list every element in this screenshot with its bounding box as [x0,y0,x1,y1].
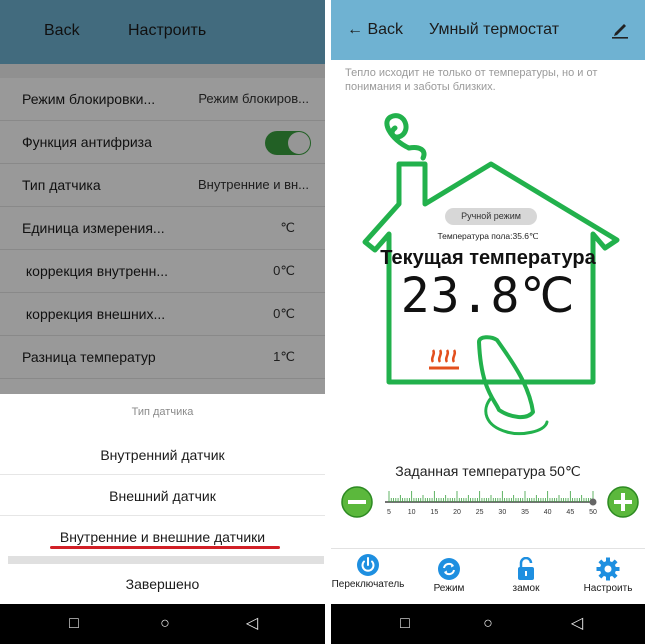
tab-label: Режим [433,583,465,594]
slider-tick-label: 35 [521,509,529,516]
bottom-tab-bar: Переключатель Режим замок Настроить [331,548,645,604]
thermostat-header: ← Back Умный термостат [331,0,645,60]
power-icon [357,554,379,576]
quote-text: Тепло исходит не только от температуры, … [345,67,598,93]
back-button[interactable]: ← Back [347,21,403,39]
tab-mode[interactable]: Режим [419,557,479,594]
slider-tick-label: 30 [498,509,506,516]
tab-label: Переключатель [331,579,405,590]
tab-lock[interactable]: замок [501,557,551,594]
slider-ticks: 5 10 15 20 25 30 35 40 45 50 [385,491,597,516]
option-both-sensors[interactable]: Внутренние и внешние датчики [0,517,325,557]
tab-label: замок [512,583,540,594]
modal-overlay[interactable] [0,0,325,394]
slider-tick-label: 50 [589,509,597,516]
slider-tick-label: 40 [544,509,552,516]
current-temp-label: Текущая температура [380,247,596,269]
option-internal-sensor[interactable]: Внутренний датчик [0,435,325,475]
system-nav-bar: □ ○ ◁ [0,604,325,644]
settings-screen: Back Настроить Режим блокировки... Режим… [0,0,325,644]
recents-button[interactable]: □ [393,614,417,634]
selected-underline [50,546,280,549]
thermostat-screen: ← Back Умный термостат Тепло исходит не … [331,0,645,644]
slider-tick-label: 15 [430,509,438,516]
sheet-title: Тип датчика [131,406,194,418]
gear-icon [596,557,620,581]
slider-tick-label: 5 [387,509,391,516]
option-external-sensor[interactable]: Внешний датчик [0,476,325,516]
current-temp-value: 23.8℃ [400,268,576,324]
smoke-icon [384,113,412,151]
tab-settings[interactable]: Настроить [575,557,641,594]
back-nav-button[interactable]: ◁ [240,614,264,634]
plus-button [607,486,639,518]
tab-power[interactable]: Переключатель [331,553,405,590]
slider-tick-label: 45 [566,509,574,516]
minus-button [341,486,373,518]
home-button[interactable]: ○ [153,614,177,634]
back-nav-button[interactable]: ◁ [565,614,589,634]
home-button[interactable]: ○ [476,614,500,634]
tab-label: Настроить [583,583,633,594]
mode-badge: Ручной режим [445,208,537,225]
slider-thumb[interactable] [589,498,597,506]
slider-tick-label: 25 [476,509,484,516]
done-button[interactable]: Завершено [0,564,325,604]
slider-tick-label: 20 [453,509,461,516]
lock-icon [518,557,534,580]
set-temp-label: Заданная температура 50℃ [395,463,581,479]
page-title: Умный термостат [429,21,560,38]
floor-temperature: Температура пола:35.6℃ [437,231,539,241]
heating-icon [429,349,459,370]
temperature-slider[interactable]: 5 10 15 20 25 30 35 40 45 50 [331,480,645,524]
divider [8,556,324,564]
system-nav-bar: □ ○ ◁ [331,604,645,644]
sync-icon [438,558,460,580]
edit-icon[interactable] [609,18,631,40]
slider-tick-label: 10 [408,509,416,516]
recents-button[interactable]: □ [62,614,86,634]
